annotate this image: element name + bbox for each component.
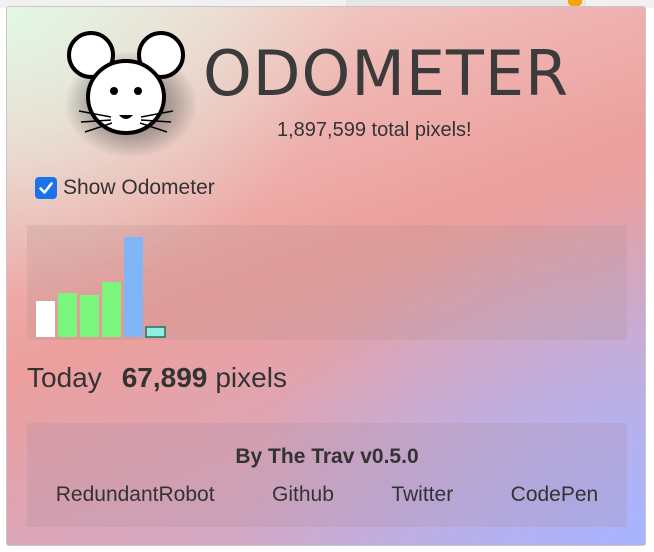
pixel-history-svg	[36, 237, 166, 338]
popup-header: ODOMETER 1,897,599 total pixels!	[7, 7, 645, 167]
show-odometer-checkbox[interactable]	[35, 177, 57, 199]
author-byline: By The Trav v0.5.0	[235, 445, 419, 468]
mouse-logo-icon	[67, 31, 185, 135]
link-codepen[interactable]: CodePen	[511, 483, 599, 507]
link-twitter[interactable]: Twitter	[391, 483, 453, 507]
chart-bar-3	[102, 282, 121, 337]
today-summary: Today 67,899 pixels	[27, 362, 287, 394]
link-github[interactable]: Github	[272, 483, 334, 507]
footer-links: RedundantRobot Github Twitter CodePen	[27, 483, 627, 507]
chart-bar-5	[145, 326, 166, 338]
chart-bar-0	[36, 301, 55, 337]
today-unit: pixels	[215, 362, 287, 393]
today-pixel-count: 67,899	[121, 362, 208, 393]
extension-popup: ODOMETER 1,897,599 total pixels! Show Od…	[6, 6, 646, 546]
chart-bar-1	[58, 293, 77, 337]
show-odometer-label[interactable]: Show Odometer	[63, 176, 215, 200]
chart-bar-2	[80, 295, 99, 337]
popup-footer: By The Trav v0.5.0 RedundantRobot Github…	[27, 423, 627, 527]
pixel-history-chart	[27, 225, 627, 340]
checkmark-icon	[39, 182, 53, 194]
app-title: ODOMETER	[203, 37, 570, 110]
link-redundantrobot[interactable]: RedundantRobot	[56, 483, 215, 507]
today-label: Today	[27, 362, 102, 393]
total-pixels-text: 1,897,599 total pixels!	[277, 119, 472, 141]
show-odometer-row[interactable]: Show Odometer	[35, 175, 215, 201]
chart-bar-4	[124, 237, 143, 337]
